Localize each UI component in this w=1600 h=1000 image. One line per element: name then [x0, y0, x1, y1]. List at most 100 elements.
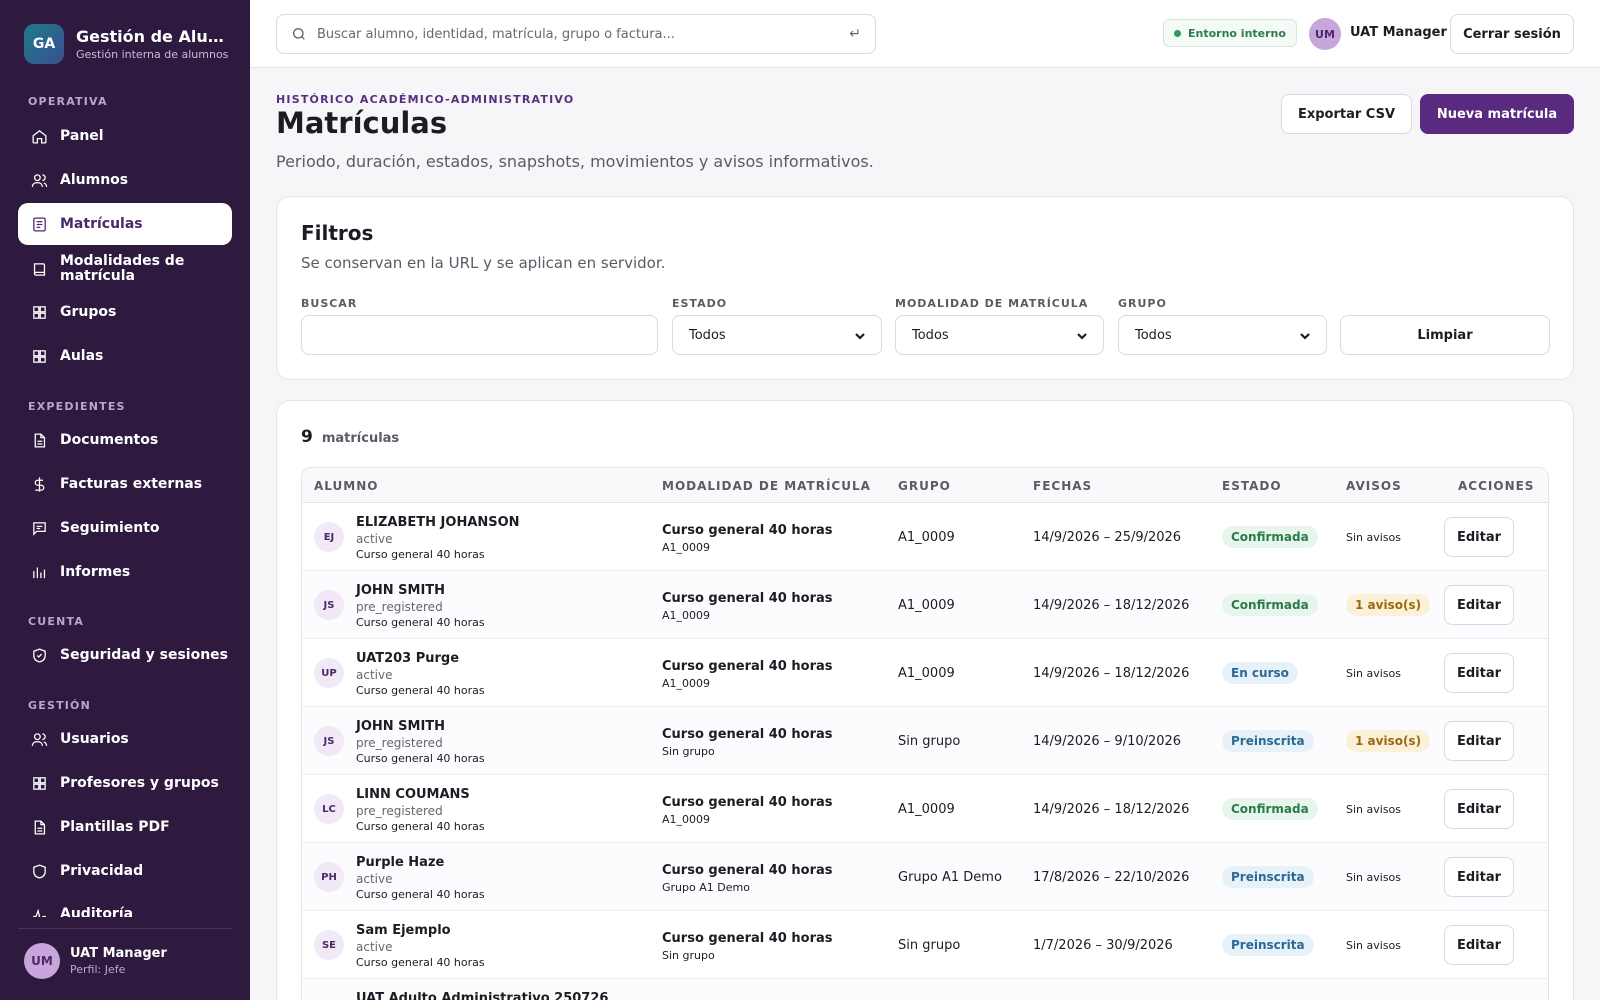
- sidebar-item-usuarios[interactable]: Usuarios: [18, 718, 232, 760]
- logout-button[interactable]: Cerrar sesión: [1450, 14, 1574, 54]
- table-row[interactable]: JS JOHN SMITH pre_registered Curso general …: [302, 707, 1548, 775]
- edit-button[interactable]: Editar: [1444, 653, 1514, 693]
- filter-estado-label: ESTADO: [672, 297, 728, 310]
- filter-modalidad-value: Todos: [912, 327, 949, 343]
- export-csv-button[interactable]: Exportar CSV: [1281, 94, 1412, 134]
- student-name[interactable]: UAT203 Purge: [356, 651, 459, 666]
- student-name[interactable]: LINN COUMANS: [356, 787, 470, 802]
- modalidad-name: Curso general 40 horas: [662, 591, 833, 606]
- sidebar: GA Gestión de Alumnos Gestión interna de…: [0, 0, 250, 1000]
- modalidad-group: A1_0009: [662, 813, 711, 826]
- sidebar-item-seguridad[interactable]: Seguridad y sesiones: [18, 634, 232, 676]
- student-name[interactable]: JOHN SMITH: [356, 719, 445, 734]
- column-header-fechas[interactable]: FECHAS: [1033, 479, 1092, 493]
- sidebar-item-privacidad[interactable]: Privacidad: [18, 850, 232, 892]
- status-badge: Confirmada: [1222, 798, 1318, 820]
- global-search[interactable]: ↵: [276, 14, 876, 54]
- search-icon: [293, 28, 305, 40]
- nav-section-cuenta: CUENTA: [28, 615, 85, 628]
- column-header-estado[interactable]: ESTADO: [1222, 479, 1282, 493]
- sidebar-item-panel[interactable]: Panel: [18, 115, 232, 157]
- avatar: JS: [314, 590, 344, 620]
- sidebar-item-label: Informes: [60, 563, 131, 580]
- student-status: pre_registered: [356, 736, 443, 750]
- column-header-grupo[interactable]: GRUPO: [898, 479, 951, 493]
- filter-estado-select[interactable]: Todos: [672, 315, 882, 355]
- column-header-avisos[interactable]: AVISOS: [1346, 479, 1402, 493]
- edit-button[interactable]: Editar: [1444, 585, 1514, 625]
- message-icon: [30, 519, 48, 537]
- student-status: pre_registered: [356, 600, 443, 614]
- warning-badge: 1 aviso(s): [1346, 730, 1431, 752]
- user-name[interactable]: UAT Manager: [1350, 25, 1447, 40]
- sidebar-item-modalidades[interactable]: Modalidades de matrícula: [18, 248, 232, 290]
- avatar: UM: [24, 943, 60, 979]
- sidebar-user[interactable]: UM UAT Manager Perfil: Jefe: [18, 928, 232, 979]
- grid-icon: [30, 774, 48, 792]
- sidebar-item-label: Modalidades de matrícula: [60, 253, 185, 284]
- student-name[interactable]: JOHN SMITH: [356, 583, 445, 598]
- no-warnings-text: Sin avisos: [1346, 667, 1402, 680]
- sidebar-item-grupos[interactable]: Grupos: [18, 291, 232, 333]
- table-row[interactable]: EJ ELIZABETH JOHANSON active Curso general …: [302, 503, 1548, 571]
- sidebar-item-label: Profesores y grupos: [60, 774, 219, 791]
- filter-search-input[interactable]: [301, 315, 658, 355]
- chevron-down-icon: [1077, 330, 1087, 340]
- sidebar-item-plantillas[interactable]: Plantillas PDF: [18, 806, 232, 848]
- student-name[interactable]: ELIZABETH JOHANSON: [356, 515, 520, 530]
- student-name[interactable]: Sam Ejemplo: [356, 923, 451, 938]
- edit-button[interactable]: Editar: [1444, 857, 1514, 897]
- sidebar-item-auditoria[interactable]: Auditoría: [18, 893, 232, 917]
- table-row[interactable]: LC LINN COUMANS pre_registered Curso genera…: [302, 775, 1548, 843]
- dates-cell: 14/9/2026 – 18/12/2026: [1033, 802, 1190, 817]
- table-row[interactable]: SE Sam Ejemplo active Curso general 40 hora…: [302, 911, 1548, 979]
- new-enrollment-button[interactable]: Nueva matrícula: [1420, 94, 1574, 134]
- activity-icon: [30, 907, 48, 917]
- student-status: pre_registered: [356, 804, 443, 818]
- dollar-icon: [30, 475, 48, 493]
- edit-button[interactable]: Editar: [1444, 721, 1514, 761]
- brand-logo: GA: [24, 24, 64, 64]
- sidebar-item-label: Alumnos: [60, 171, 129, 188]
- sidebar-item-seguimiento[interactable]: Seguimiento: [18, 507, 232, 549]
- student-course: Curso general 40 horas: [356, 888, 485, 901]
- edit-button[interactable]: Editar: [1444, 789, 1514, 829]
- edit-button[interactable]: Editar: [1444, 925, 1514, 965]
- student-name[interactable]: UAT Adulto Administrativo 250726: [356, 991, 608, 1000]
- student-course: Curso general 40 horas: [356, 752, 485, 765]
- sidebar-item-aulas[interactable]: Aulas: [18, 335, 232, 377]
- dates-cell: 14/9/2026 – 9/10/2026: [1033, 734, 1182, 749]
- table-row[interactable]: UP UAT203 Purge active Curso general 40 hor…: [302, 639, 1548, 707]
- brand[interactable]: GA Gestión de Alumnos Gestión interna de…: [24, 24, 228, 64]
- enrollments-card: 9 matrículas ALUMNO MODALIDAD DE MATRÍCU…: [276, 400, 1574, 1000]
- edit-button[interactable]: Editar: [1444, 517, 1514, 557]
- results-count-number: 9: [301, 427, 313, 447]
- clear-filters-button[interactable]: Limpiar: [1340, 315, 1550, 355]
- search-input[interactable]: [317, 26, 837, 42]
- filter-estado-value: Todos: [689, 327, 726, 343]
- sidebar-item-label: Documentos: [60, 431, 159, 448]
- table-row[interactable]: JS JOHN SMITH pre_registered Curso general …: [302, 571, 1548, 639]
- filters-title: Filtros: [301, 221, 374, 245]
- table-row[interactable]: UAT Adulto Administrativo 250726: [302, 979, 1548, 1000]
- status-badge: En curso: [1222, 662, 1298, 684]
- sidebar-item-matriculas[interactable]: Matrículas: [18, 203, 232, 245]
- avatar[interactable]: UM: [1309, 18, 1341, 50]
- shield-icon: [30, 646, 48, 664]
- sidebar-item-facturas[interactable]: Facturas externas: [18, 463, 232, 505]
- dates-cell: 1/7/2026 – 30/9/2026: [1033, 938, 1173, 953]
- modalidad-name: Curso general 40 horas: [662, 659, 833, 674]
- sidebar-item-informes[interactable]: Informes: [18, 551, 232, 593]
- sidebar-item-alumnos[interactable]: Alumnos: [18, 159, 232, 201]
- enrollments-table: ALUMNO MODALIDAD DE MATRÍCULA GRUPO FECH…: [301, 467, 1549, 1000]
- filter-grupo-select[interactable]: Todos: [1118, 315, 1327, 355]
- sidebar-item-documentos[interactable]: Documentos: [18, 419, 232, 461]
- nav-section-expedientes: EXPEDIENTES: [28, 400, 126, 413]
- student-name[interactable]: Purple Haze: [356, 855, 444, 870]
- table-row[interactable]: PH Purple Haze active Curso general 40 hora…: [302, 843, 1548, 911]
- filter-modalidad-select[interactable]: Todos: [895, 315, 1104, 355]
- modalidad-group: Sin grupo: [662, 745, 715, 758]
- column-header-modalidad[interactable]: MODALIDAD DE MATRÍCULA: [662, 479, 871, 493]
- sidebar-item-profesores[interactable]: Profesores y grupos: [18, 762, 232, 804]
- column-header-alumno[interactable]: ALUMNO: [314, 479, 378, 493]
